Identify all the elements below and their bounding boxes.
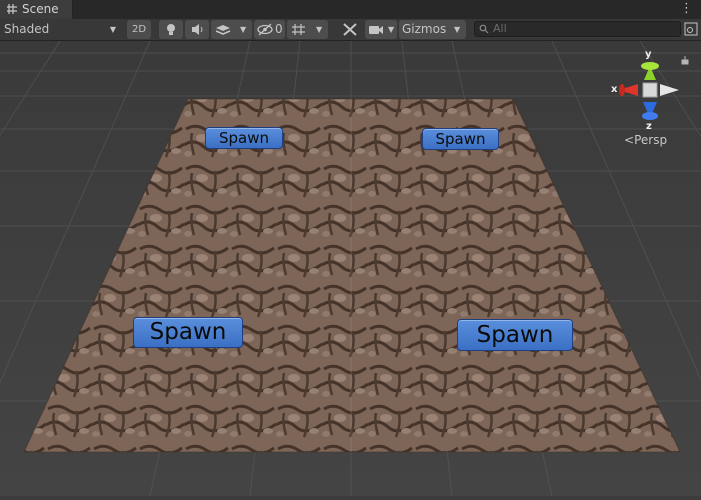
grid-snapping-dropdown[interactable]: ▼ — [287, 20, 328, 39]
chevron-down-icon: ▼ — [454, 25, 461, 34]
grid-hash-icon — [7, 4, 17, 14]
grid-icon — [292, 24, 305, 35]
shading-mode-label: Shaded — [4, 22, 50, 36]
hidden-eye-icon — [257, 23, 273, 36]
axis-y-label: y — [645, 49, 652, 60]
chevron-down-icon: ▼ — [240, 25, 247, 34]
chevron-down-icon: ▼ — [316, 25, 323, 34]
effects-dropdown[interactable]: ▼ — [211, 20, 252, 39]
perspective-icon: < — [624, 133, 635, 147]
projection-toggle[interactable]: <Persp — [624, 133, 667, 147]
gizmos-dropdown[interactable]: Gizmos ▼ — [399, 20, 466, 39]
projection-label: Persp — [634, 133, 668, 147]
shading-mode-dropdown[interactable]: Shaded ▼ — [4, 19, 120, 40]
lightbulb-icon — [167, 24, 175, 35]
spawn-point-label[interactable]: Spawn — [422, 128, 499, 150]
tab-bar: Scene ⋮ — [0, 0, 701, 19]
search-input[interactable]: All — [474, 21, 681, 37]
axis-z-label: z — [646, 121, 652, 132]
tools-icon — [343, 23, 357, 36]
tab-scene-label: Scene — [22, 2, 59, 16]
spawn-point-label[interactable]: Spawn — [205, 127, 283, 149]
search-options-button[interactable] — [682, 19, 700, 40]
lighting-toggle-button[interactable] — [159, 20, 183, 39]
search-icon — [479, 24, 489, 34]
lock-icon[interactable] — [681, 56, 689, 65]
axis-x-label: x — [611, 84, 618, 95]
kebab-menu-icon[interactable]: ⋮ — [680, 1, 693, 17]
camera-icon — [369, 26, 383, 34]
search-placeholder: All — [493, 22, 507, 35]
scene-visibility-toggle[interactable]: 0 — [254, 20, 285, 39]
gizmo-center-cube[interactable] — [642, 82, 658, 98]
hidden-count: 0 — [275, 22, 283, 36]
tools-button[interactable] — [338, 19, 362, 40]
scene-canvas — [0, 40, 701, 497]
chevron-down-icon: ▼ — [109, 25, 116, 34]
spawn-point-label[interactable]: Spawn — [133, 317, 243, 348]
layers-icon — [215, 25, 231, 35]
tab-scene[interactable]: Scene — [0, 0, 73, 19]
audio-toggle-button[interactable] — [185, 20, 209, 39]
orientation-gizmo[interactable] — [606, 48, 701, 138]
speaker-icon — [192, 24, 203, 35]
axis-neg-x-cone[interactable] — [660, 84, 679, 96]
scene-viewport[interactable]: Spawn Spawn Spawn Spawn — [0, 40, 701, 497]
toggle-2d-button[interactable]: 2D — [127, 20, 151, 39]
gizmos-label: Gizmos — [402, 22, 447, 36]
search-window-icon — [684, 22, 698, 36]
spawn-point-label[interactable]: Spawn — [457, 319, 573, 351]
camera-settings-dropdown[interactable]: ▼ — [365, 20, 397, 39]
chevron-down-icon: ▼ — [388, 25, 395, 34]
